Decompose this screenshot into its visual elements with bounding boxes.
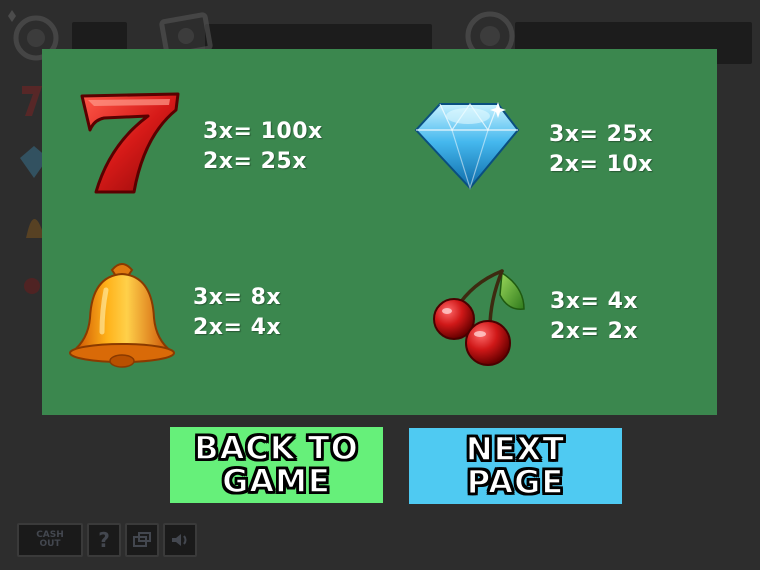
cherry-payout: 3x= 4x 2x= 2x bbox=[550, 287, 638, 347]
screen-icon bbox=[133, 532, 151, 547]
lucky-seven-icon bbox=[80, 92, 180, 194]
back-to-game-button[interactable]: BACK TO GAME bbox=[170, 427, 383, 503]
seven-payout-2x: 2x= 25x bbox=[203, 149, 307, 174]
cash-out-button[interactable]: CASH OUT bbox=[17, 523, 83, 557]
back-button-label-line1: BACK TO bbox=[193, 429, 359, 467]
bell-payout: 3x= 8x 2x= 4x bbox=[193, 283, 281, 343]
diamond-payout-2x: 2x= 10x bbox=[549, 152, 653, 177]
diamond-payout-3x: 3x= 25x bbox=[549, 122, 653, 147]
bell-icon bbox=[69, 263, 175, 368]
paytable-panel: 3x= 100x 2x= 25x 3x= 25x 2x= 10x 3x= 8x … bbox=[42, 49, 717, 415]
next-page-button[interactable]: NEXT PAGE bbox=[409, 428, 622, 504]
cash-out-label-line2: OUT bbox=[39, 539, 61, 549]
seven-payout-3x: 3x= 100x bbox=[203, 119, 323, 144]
speaker-icon bbox=[172, 534, 187, 546]
bell-payout-3x: 3x= 8x bbox=[193, 285, 282, 310]
help-button[interactable]: ? bbox=[87, 523, 121, 557]
next-button-label-line2: PAGE bbox=[466, 463, 565, 501]
diamond-payout: 3x= 25x 2x= 10x bbox=[549, 120, 653, 180]
cherry-icon bbox=[433, 269, 525, 366]
back-button-label-line2: GAME bbox=[221, 462, 331, 500]
sound-button[interactable] bbox=[163, 523, 197, 557]
cherry-payout-3x: 3x= 4x bbox=[550, 289, 639, 314]
cherry-payout-2x: 2x= 2x bbox=[550, 319, 639, 344]
help-label: ? bbox=[98, 528, 110, 552]
next-button-label-line1: NEXT bbox=[465, 430, 566, 468]
bell-payout-2x: 2x= 4x bbox=[193, 315, 282, 340]
screen-button[interactable] bbox=[125, 523, 159, 557]
diamond-icon bbox=[414, 102, 520, 191]
seven-payout: 3x= 100x 2x= 25x bbox=[203, 117, 323, 177]
